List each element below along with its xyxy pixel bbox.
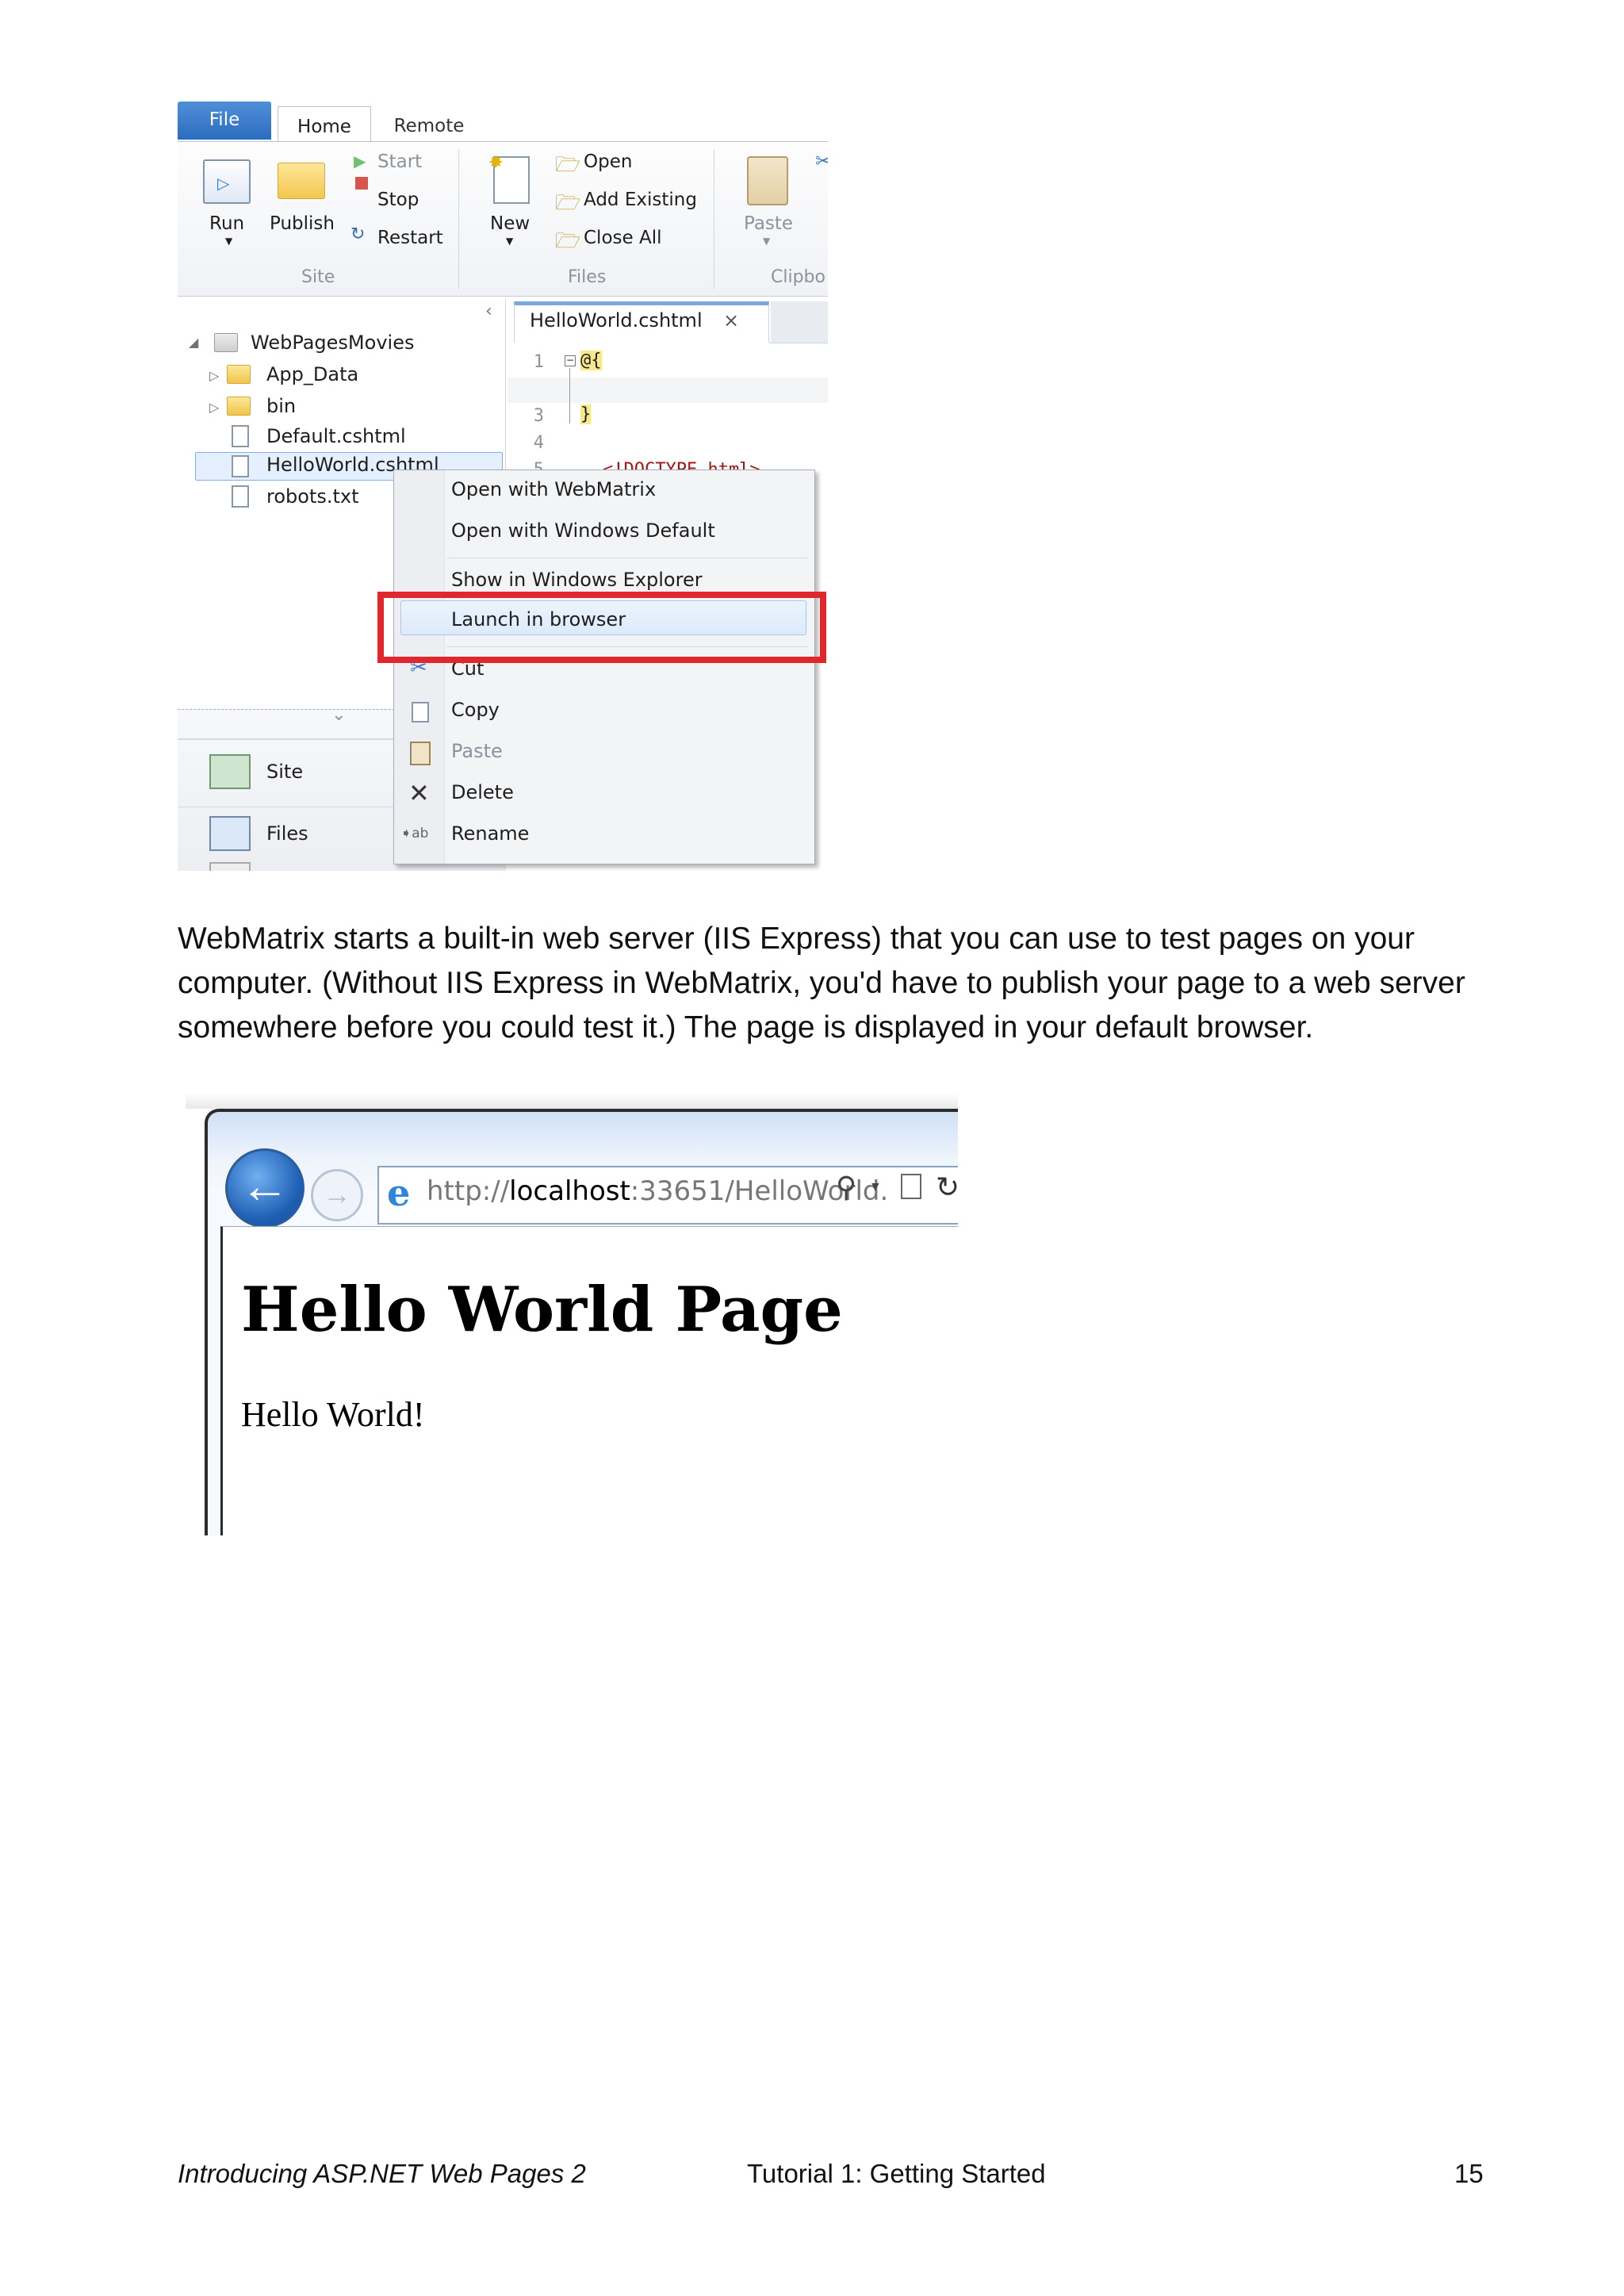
nav-files[interactable]: Files xyxy=(266,822,308,845)
site-home-icon xyxy=(209,754,251,789)
code-line-1: @{ xyxy=(580,351,602,370)
files-group-label: Files xyxy=(568,267,607,287)
page-body-text: Hello World! xyxy=(241,1395,425,1434)
copy-icon xyxy=(412,702,429,723)
body-paragraph: WebMatrix starts a built-in web server (… xyxy=(178,922,1465,1045)
ribbon: ▷ Run ▼ Publish ▶ Start Stop ↻ Restart S… xyxy=(178,141,828,297)
line-number: 1 xyxy=(533,352,544,372)
menu-item-open-default[interactable]: Open with Windows Default xyxy=(451,519,715,542)
page-heading: Hello World Page xyxy=(241,1274,843,1346)
stop-button[interactable]: Stop xyxy=(377,190,419,210)
open-button[interactable]: Open xyxy=(584,151,632,172)
paste-button[interactable]: Paste xyxy=(744,213,793,234)
page-number: 15 xyxy=(1454,2159,1484,2188)
file-tab[interactable]: File xyxy=(178,102,271,140)
page-content xyxy=(220,1226,958,1535)
line-number: 3 xyxy=(533,406,544,426)
footer-chapter: Tutorial 1: Getting Started xyxy=(747,2159,1046,2188)
tree-item[interactable]: bin xyxy=(266,395,296,417)
file-icon xyxy=(232,485,249,508)
footer-title: Introducing ASP.NET Web Pages 2 xyxy=(178,2159,586,2188)
project-folder-icon xyxy=(214,333,238,352)
tree-root[interactable]: WebPagesMovies xyxy=(251,332,414,354)
file-icon xyxy=(232,455,249,477)
browser-screenshot: ← → e http://localhost:33651/HelloWorld.… xyxy=(178,1093,958,1535)
restart-icon: ↻ xyxy=(350,224,366,244)
menu-item-rename[interactable]: Rename xyxy=(451,822,529,845)
run-button[interactable]: Run xyxy=(209,213,244,234)
new-dropdown-icon[interactable]: ▼ xyxy=(506,236,513,247)
menu-item-paste[interactable]: Paste xyxy=(451,740,503,762)
url-text[interactable]: http://localhost:33651/HelloWorld. xyxy=(427,1175,888,1207)
databases-workspace-icon xyxy=(209,862,251,871)
file-icon xyxy=(232,425,249,447)
tree-item[interactable]: robots.txt xyxy=(266,485,359,508)
menu-item-show-explorer[interactable]: Show in Windows Explorer xyxy=(451,569,703,591)
code-line-3: } xyxy=(580,404,592,424)
cut-icon: ✂ xyxy=(815,150,828,172)
add-existing-icon: 🗁 xyxy=(555,191,581,215)
stop-icon xyxy=(355,177,368,190)
menu-item-delete[interactable]: Delete xyxy=(451,781,514,803)
webmatrix-screenshot: File Home Remote ▷ Run ▼ Publish ▶ Start… xyxy=(178,100,828,871)
back-arrow-icon: ← xyxy=(240,1159,289,1213)
add-existing-button[interactable]: Add Existing xyxy=(584,190,697,210)
folder-icon xyxy=(227,397,251,416)
fold-guide xyxy=(569,368,570,424)
context-menu: Open with WebMatrix Open with Windows De… xyxy=(393,470,815,864)
dropdown-icon[interactable]: ▼ xyxy=(869,1180,882,1194)
tree-item[interactable]: App_Data xyxy=(266,363,358,385)
start-button[interactable]: Start xyxy=(377,151,422,172)
rename-icon: ➧ab xyxy=(400,826,429,841)
start-icon: ▶ xyxy=(354,151,366,171)
tree-item[interactable]: Default.cshtml xyxy=(266,425,406,447)
publish-button[interactable]: Publish xyxy=(270,213,335,234)
ie-icon: e xyxy=(387,1171,411,1214)
ribbon-separator xyxy=(458,150,459,289)
publish-icon[interactable] xyxy=(278,163,325,199)
close-all-button[interactable]: Close All xyxy=(584,228,661,248)
expand-arrow-icon[interactable]: ◢ xyxy=(189,335,198,350)
window-shadow xyxy=(186,1093,958,1109)
line-number: 4 xyxy=(533,433,544,453)
paste-dropdown-icon[interactable]: ▼ xyxy=(763,236,770,247)
files-workspace-icon xyxy=(209,816,251,851)
run-dropdown-icon[interactable]: ▼ xyxy=(225,236,232,247)
close-tab-icon[interactable]: × xyxy=(723,309,739,332)
search-icon[interactable]: ⚲ xyxy=(836,1171,856,1204)
restart-button[interactable]: Restart xyxy=(377,228,443,248)
new-star-icon: ✸ xyxy=(488,153,504,173)
clipboard-group-label: Clipbo xyxy=(771,267,825,287)
compatibility-icon[interactable] xyxy=(901,1174,921,1199)
chevron-down-icon[interactable]: ⌄ xyxy=(331,705,346,725)
collapse-pane-icon[interactable]: ‹ xyxy=(485,301,492,321)
refresh-icon[interactable]: ↻ xyxy=(936,1171,958,1204)
menu-item-copy[interactable]: Copy xyxy=(451,699,500,721)
highlight-box xyxy=(377,592,826,663)
menu-item-open-webmatrix[interactable]: Open with WebMatrix xyxy=(451,478,656,500)
play-icon: ▷ xyxy=(217,174,230,193)
expand-arrow-icon[interactable]: ▷ xyxy=(209,368,219,383)
expand-arrow-icon[interactable]: ▷ xyxy=(209,400,219,415)
editor-tab-strip xyxy=(771,301,828,343)
close-all-icon: 🗁 xyxy=(555,229,581,253)
paste-icon[interactable] xyxy=(747,156,788,205)
nav-site[interactable]: Site xyxy=(266,761,303,783)
forward-button[interactable]: → xyxy=(311,1169,363,1221)
paste-icon xyxy=(410,742,431,765)
folder-icon xyxy=(227,365,251,384)
editor-tab-title: HelloWorld.cshtml xyxy=(530,309,703,332)
new-button[interactable]: New xyxy=(490,213,530,234)
delete-icon: ✕ xyxy=(408,778,430,808)
open-icon: 🗁 xyxy=(555,153,581,177)
site-group-label: Site xyxy=(301,267,335,287)
current-line-highlight xyxy=(508,378,828,403)
fold-toggle-icon[interactable]: − xyxy=(565,355,576,366)
